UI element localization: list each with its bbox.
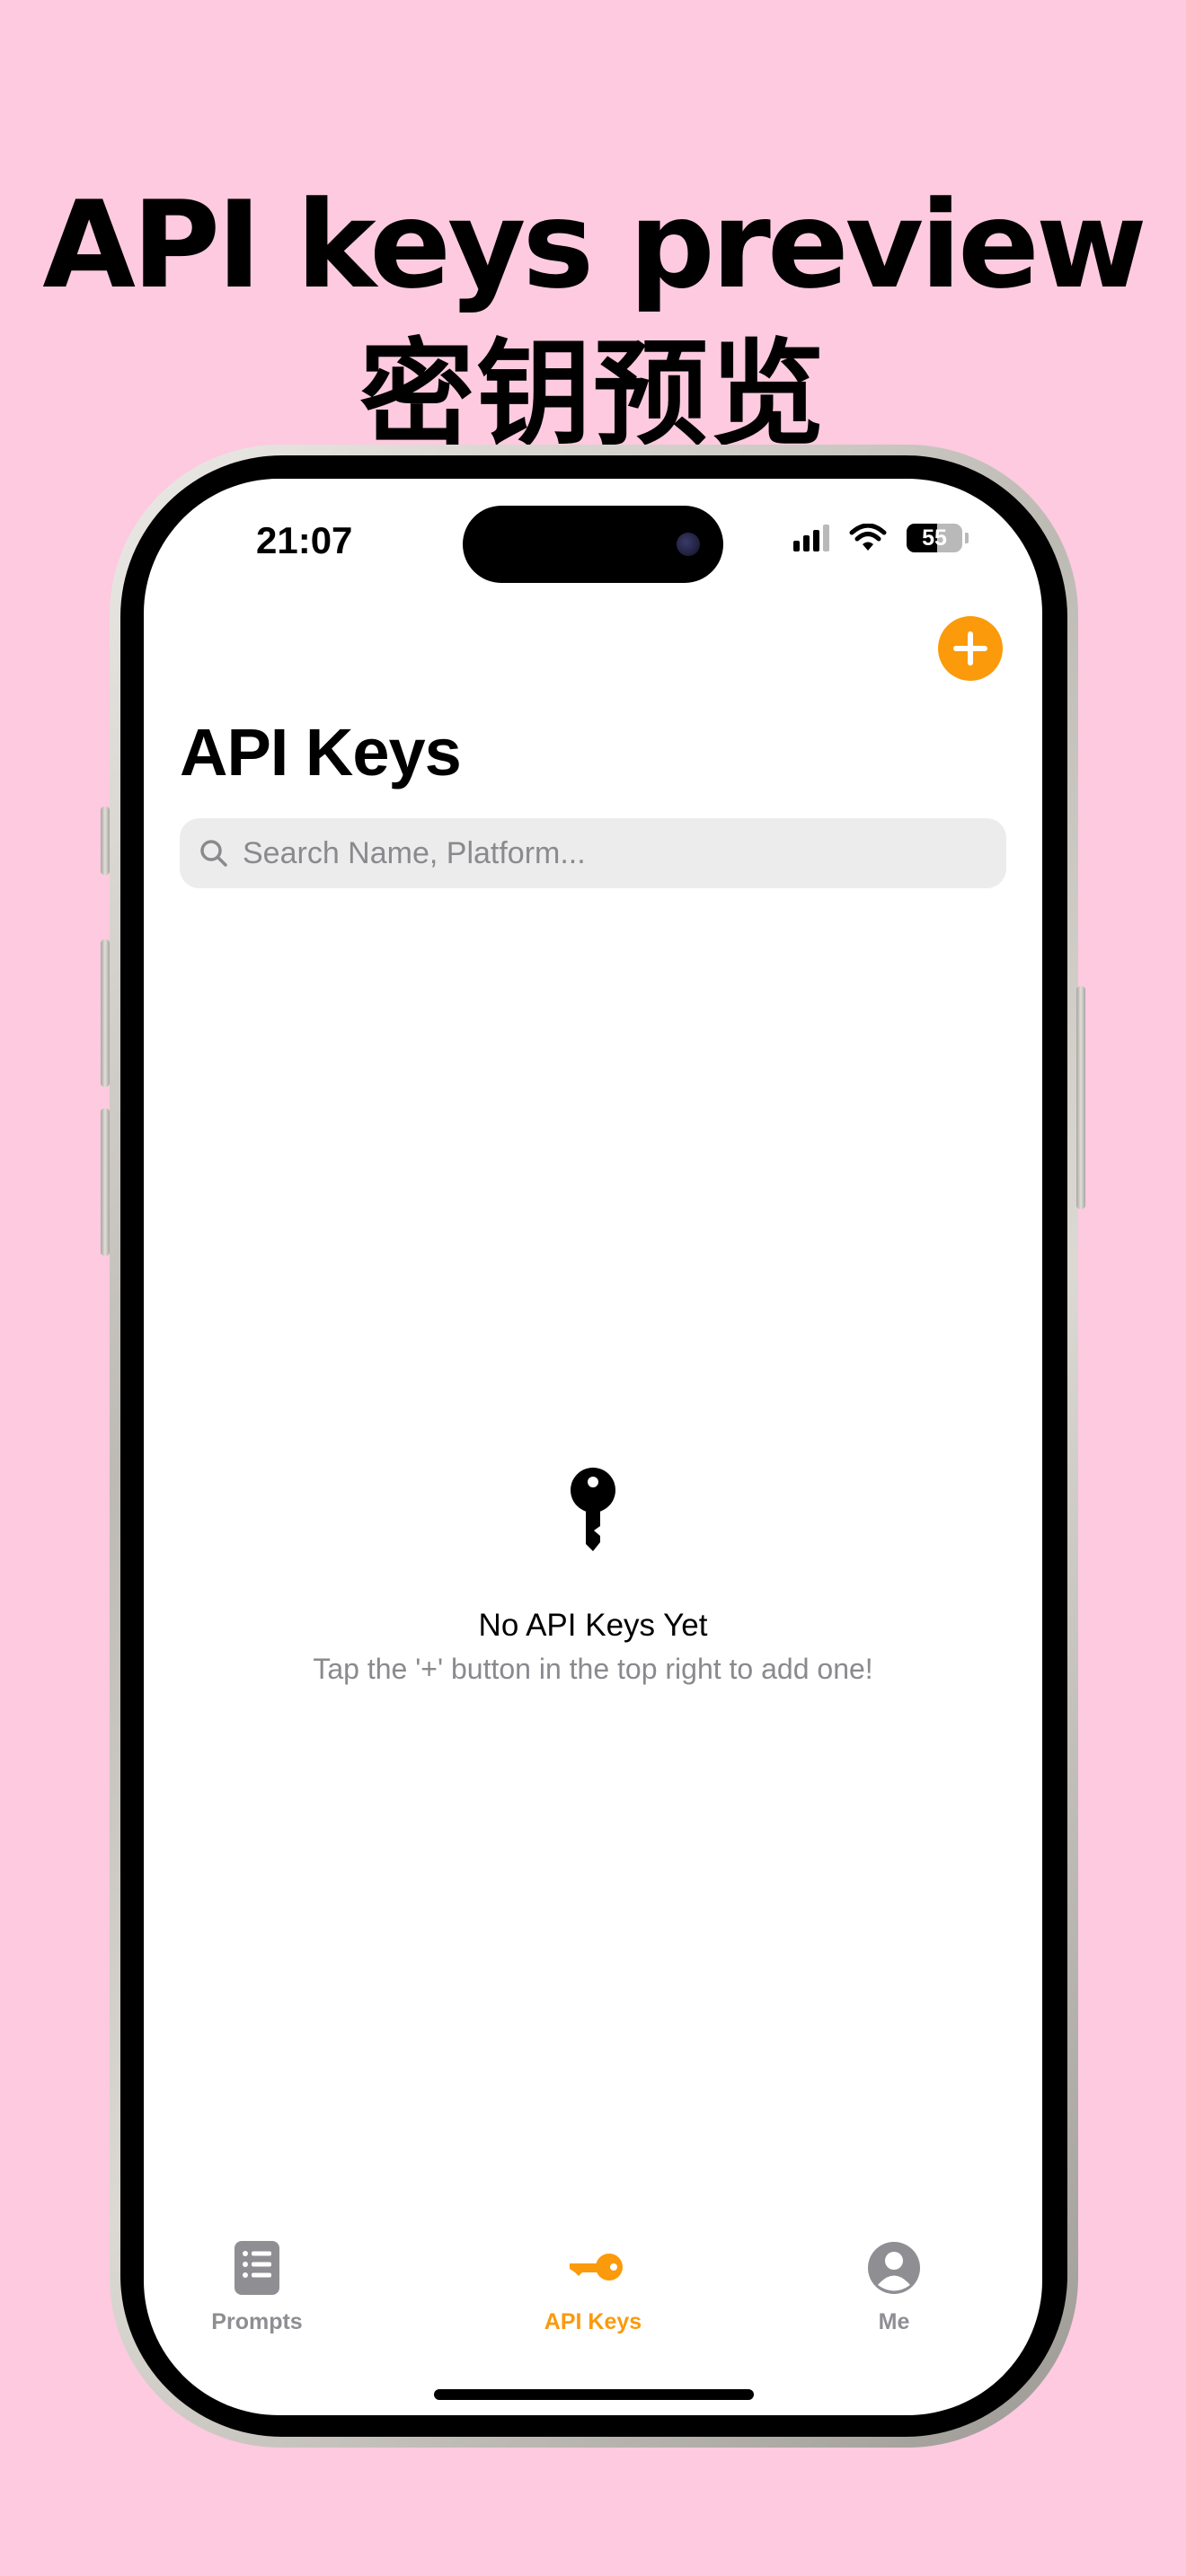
key-icon bbox=[571, 1468, 615, 1551]
tab-api-keys[interactable]: API Keys bbox=[503, 2239, 683, 2347]
tab-bar: Prompts API Keys Me bbox=[144, 2239, 1042, 2347]
battery-icon: 55 bbox=[907, 524, 962, 552]
wifi-icon bbox=[849, 524, 887, 551]
status-time: 21:07 bbox=[256, 519, 353, 561]
tab-me-label: Me bbox=[878, 2309, 910, 2334]
document-list-icon bbox=[235, 2241, 279, 2295]
empty-state-subtitle: Tap the '+' button in the top right to a… bbox=[313, 1653, 873, 1685]
power-button bbox=[1076, 986, 1085, 1209]
front-camera bbox=[677, 533, 700, 556]
volume-up-button bbox=[101, 940, 110, 1087]
add-api-key-button[interactable] bbox=[938, 616, 1003, 681]
volume-down-button bbox=[101, 1108, 110, 1256]
cellular-signal-icon bbox=[793, 525, 829, 551]
action-button bbox=[101, 807, 110, 875]
empty-state-title: No API Keys Yet bbox=[478, 1608, 708, 1643]
home-indicator[interactable] bbox=[434, 2389, 754, 2400]
page-title: API Keys bbox=[180, 715, 462, 790]
promo-title-chinese: 密钥预览 bbox=[358, 328, 827, 462]
plus-icon bbox=[953, 631, 987, 666]
promo-title-english: API keys preview bbox=[42, 175, 1146, 315]
search-bar[interactable] bbox=[180, 818, 1006, 888]
person-icon bbox=[868, 2242, 920, 2294]
dynamic-island bbox=[463, 506, 723, 583]
search-icon bbox=[196, 835, 232, 871]
battery-tip bbox=[965, 533, 969, 543]
key-icon bbox=[570, 2254, 623, 2280]
tab-prompts[interactable]: Prompts bbox=[167, 2239, 347, 2347]
tab-me[interactable]: Me bbox=[804, 2239, 984, 2347]
tab-api-keys-label: API Keys bbox=[544, 2309, 642, 2334]
status-indicators: 55 bbox=[793, 524, 969, 552]
tab-prompts-label: Prompts bbox=[211, 2309, 303, 2334]
battery-percent: 55 bbox=[922, 525, 947, 551]
app-screen: 21:07 55 API Keys Search Name, Platform.… bbox=[144, 479, 1042, 2415]
search-input[interactable] bbox=[241, 834, 981, 872]
